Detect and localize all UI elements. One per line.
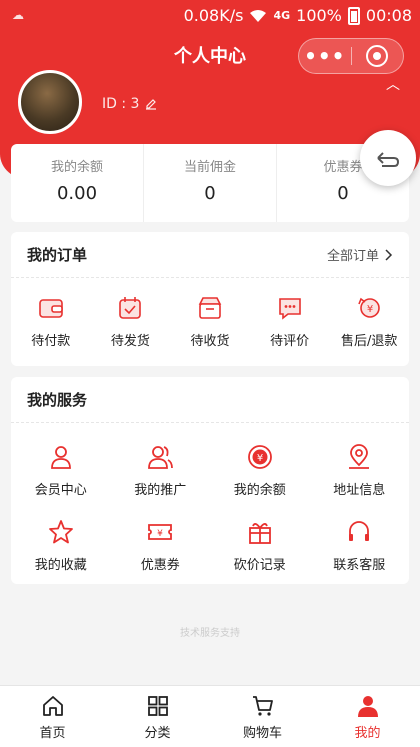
footer-support-text: 技术服务支持 [180,628,240,639]
mini-program-capsule: ••• [298,38,404,74]
user-icon [50,446,71,469]
service-label: 砍价记录 [233,558,286,573]
yen-circle-icon: ¥ [247,445,272,469]
all-orders-label: 全部订单 [326,249,379,264]
edit-icon[interactable] [145,98,157,110]
svg-text:¥: ¥ [367,304,373,315]
chat-icon [278,298,301,320]
tab-home[interactable]: 首页 [0,686,105,747]
more-dots-icon[interactable]: ••• [299,46,351,66]
grid-icon [147,696,168,716]
bottom-tab-bar: 首页 分类 购物车 我的 [0,685,420,747]
service-promotion[interactable]: 我的推广 [111,443,211,498]
cloud-icon: ☁ [12,8,24,22]
order-label: 售后/退款 [340,334,398,349]
clock: 00:08 [365,6,412,25]
services-header: 我的服务 [11,377,409,423]
tab-cart[interactable]: 购物车 [210,686,315,747]
order-pending-payment[interactable]: 待付款 [11,294,91,349]
order-pending-review[interactable]: 待评价 [250,294,330,349]
tab-label: 首页 [39,726,66,741]
service-favorites[interactable]: 我的收藏 [11,518,111,573]
user-id-text: ID : 3 [102,96,140,112]
service-bargain-records[interactable]: 砍价记录 [210,518,310,573]
box-icon [198,297,222,319]
calendar-check-icon [119,297,142,319]
services-grid: 会员中心 我的推广 ¥ 我的余额 地址信息 我的收藏 ¥ 优惠券 砍价记录 联系… [11,423,409,573]
stat-balance[interactable]: 我的余额 0.00 [11,144,144,222]
person-icon [357,696,378,717]
service-label: 我的余额 [233,483,286,498]
tab-label: 购物车 [242,726,282,741]
stat-commission[interactable]: 当前佣金 0 [144,144,277,222]
svg-text:¥: ¥ [157,529,163,539]
order-label: 待付款 [31,334,71,349]
battery-icon [347,6,360,25]
orders-header: 我的订单 全部订单 [11,232,409,278]
service-label: 地址信息 [333,483,386,498]
wallet-icon [38,299,63,318]
order-refund[interactable]: ¥ 售后/退款 [329,294,409,349]
orders-card: 我的订单 全部订单 待付款 待发货 待收货 待评价 ¥ 售后/退款 [11,232,409,366]
battery-percent: 100% [296,6,342,25]
coupon-icon: ¥ [148,524,173,540]
order-pending-receipt[interactable]: 待收货 [170,294,250,349]
service-label: 我的推广 [134,483,187,498]
gift-icon [248,523,271,544]
capsule-close-button[interactable] [352,45,404,67]
wifi-icon [250,9,267,22]
avatar[interactable] [18,70,82,134]
service-coupons[interactable]: ¥ 优惠券 [111,518,211,573]
signal-icon: 4G [273,9,291,22]
order-pending-shipment[interactable]: 待发货 [91,294,171,349]
svg-text:¥: ¥ [257,453,263,464]
float-back-button[interactable] [360,130,416,186]
stat-value: 0 [204,183,216,204]
order-label: 待发货 [110,334,150,349]
back-arrow-icon [377,152,400,167]
service-label: 联系客服 [333,558,386,573]
cart-icon [252,696,273,716]
service-customer-support[interactable]: 联系客服 [310,518,410,573]
stat-label: 当前佣金 [183,160,236,175]
service-label: 会员中心 [34,483,87,498]
status-bar: ☁ 0.08K/s 4G 100% 00:08 [0,0,420,32]
capsule-target-icon [366,45,389,67]
order-label: 待评价 [270,334,310,349]
chevron-right-icon [385,248,393,261]
stats-card: 我的余额 0.00 当前佣金 0 优惠券 0 [11,144,409,222]
service-address[interactable]: 地址信息 [310,443,410,498]
service-balance[interactable]: ¥ 我的余额 [210,443,310,498]
service-label: 我的收藏 [34,558,87,573]
tab-category[interactable]: 分类 [105,686,210,747]
stat-value: 0 [337,183,349,204]
service-member-center[interactable]: 会员中心 [11,443,111,498]
stat-label: 我的余额 [50,160,103,175]
all-orders-link[interactable]: 全部订单 [327,245,393,264]
order-label: 待收货 [190,334,230,349]
tab-mine[interactable]: 我的 [315,686,420,747]
service-label: 优惠券 [140,558,180,573]
services-card: 我的服务 会员中心 我的推广 ¥ 我的余额 地址信息 我的收藏 ¥ 优惠券 砍价 [11,377,409,584]
stat-value: 0.00 [56,183,98,204]
tab-label: 分类 [144,726,171,741]
user-id: ID : 3 [102,96,157,112]
location-icon [349,444,370,469]
headset-icon [349,521,370,541]
network-speed: 0.08K/s [183,6,244,25]
home-icon [42,696,63,716]
users-icon [148,446,174,469]
chevron-down-icon: ︿ [386,77,400,93]
services-title: 我的服务 [27,391,88,409]
refund-icon: ¥ [358,297,380,318]
orders-grid: 待付款 待发货 待收货 待评价 ¥ 售后/退款 [11,278,409,349]
star-icon [48,520,73,544]
orders-title: 我的订单 [27,246,88,264]
tab-label: 我的 [354,726,381,741]
